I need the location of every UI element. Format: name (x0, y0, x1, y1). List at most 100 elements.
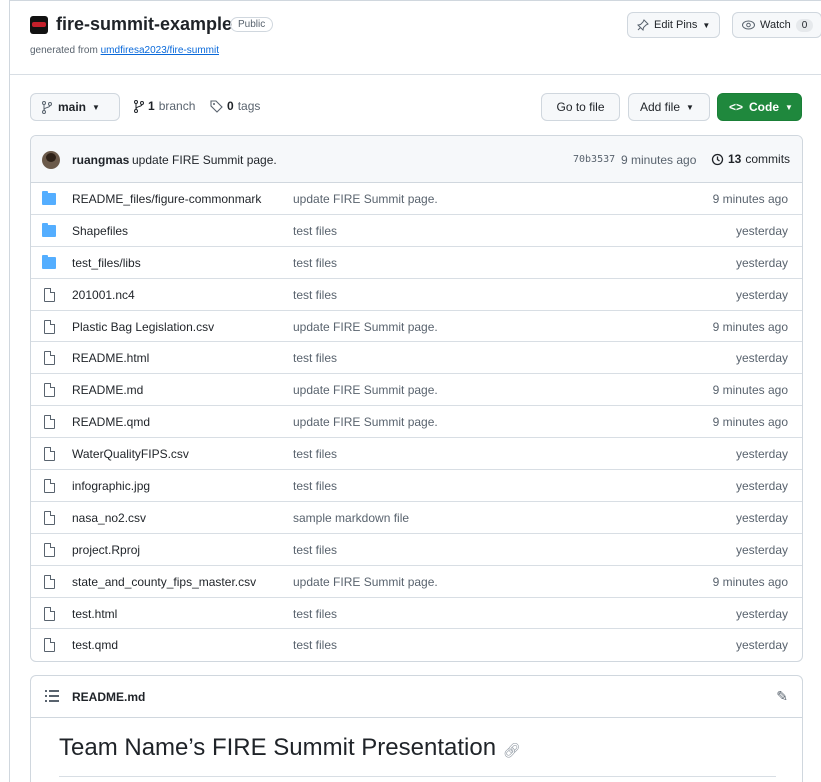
history-icon (711, 153, 724, 166)
add-file-button[interactable]: Add file ▼ (628, 93, 710, 121)
go-to-file-button[interactable]: Go to file (541, 93, 620, 121)
file-date: 9 minutes ago (712, 383, 788, 398)
file-icon (44, 351, 55, 366)
file-row[interactable]: project.Rproj test files yesterday (31, 534, 802, 566)
folder-icon (42, 254, 56, 269)
file-name[interactable]: Shapefiles (72, 224, 128, 238)
file-commit-message[interactable]: update FIRE Summit page. (293, 415, 438, 429)
file-browser: ruangmas update FIRE Summit page. 70b353… (30, 135, 803, 662)
branches-link[interactable]: 1 branch (134, 99, 195, 113)
file-name[interactable]: README.html (72, 351, 149, 365)
commit-message[interactable]: update FIRE Summit page. (132, 153, 277, 167)
link-icon[interactable]: 🔗︎ (503, 742, 521, 758)
file-commit-message[interactable]: update FIRE Summit page. (293, 192, 438, 206)
file-row[interactable]: Shapefiles test files yesterday (31, 215, 802, 247)
branch-selector[interactable]: main ▼ (30, 93, 120, 121)
file-commit-message[interactable]: update FIRE Summit page. (293, 575, 438, 589)
file-icon (44, 319, 55, 334)
commits-link[interactable]: 13 commits (711, 152, 790, 166)
file-commit-message[interactable]: update FIRE Summit page. (293, 383, 438, 397)
list-unordered-icon[interactable] (45, 690, 59, 702)
file-row[interactable]: nasa_no2.csv sample markdown file yesterda… (31, 502, 802, 534)
readme-filename[interactable]: README.md (72, 690, 145, 704)
branch-name: main (58, 100, 87, 114)
file-commit-message[interactable]: test files (293, 447, 337, 461)
file-name[interactable]: README.qmd (72, 415, 150, 429)
file-row[interactable]: README.md update FIRE Summit page. 9 minut… (31, 374, 802, 407)
file-commit-message[interactable]: test files (293, 256, 337, 270)
file-row[interactable]: WaterQualityFIPS.csv test files yesterday (31, 438, 802, 471)
file-commit-message[interactable]: test files (293, 543, 337, 557)
file-row[interactable]: infographic.jpg test files yesterday (31, 470, 802, 502)
template-repo-link[interactable]: umdfiresa2023/fire-summit (101, 45, 219, 56)
file-name[interactable]: test.qmd (72, 638, 118, 652)
repo-avatar (30, 16, 48, 34)
commit-author[interactable]: ruangmas (72, 153, 129, 167)
file-row[interactable]: test.html test files yesterday (31, 598, 802, 630)
file-icon (44, 415, 55, 430)
code-button[interactable]: <> Code ▼ (717, 93, 802, 121)
author-avatar[interactable] (42, 151, 60, 169)
file-commit-message[interactable]: test files (293, 607, 337, 621)
file-icon (44, 638, 55, 653)
folder-icon (42, 222, 56, 237)
watch-count: 0 (795, 18, 814, 32)
file-commit-message[interactable]: sample markdown file (293, 511, 409, 525)
readme-panel: README.md ✎ Team Name’s FIRE Summit Pres… (30, 675, 803, 782)
git-branch-icon (134, 99, 144, 113)
file-row[interactable]: README.html test files yesterday (31, 342, 802, 375)
chevron-down-icon: ▼ (785, 102, 793, 112)
file-row[interactable]: Plastic Bag Legislation.csv update FIRE S… (31, 311, 802, 343)
heading-rule (59, 776, 776, 777)
file-name[interactable]: test_files/libs (72, 256, 141, 270)
edit-pins-button[interactable]: Edit Pins ▼ (627, 12, 721, 38)
commit-word: commits (745, 152, 791, 166)
commit-time: 9 minutes ago (621, 153, 697, 167)
file-date: yesterday (735, 479, 788, 494)
latest-commit-bar: ruangmas update FIRE Summit page. 70b353… (31, 136, 802, 183)
file-commit-message[interactable]: test files (293, 224, 337, 238)
branch-count: 1 (148, 99, 155, 113)
file-date: yesterday (735, 542, 788, 557)
chevron-down-icon: ▼ (92, 102, 100, 112)
file-name[interactable]: README_files/figure-commonmark (72, 192, 261, 206)
file-list: README_files/figure-commonmarkupdate FIR… (31, 183, 802, 661)
file-name[interactable]: 201001.nc4 (72, 288, 135, 302)
file-name[interactable]: nasa_no2.csv (72, 511, 146, 525)
file-row[interactable]: test_files/libs test files yesterday (31, 247, 802, 279)
folder-icon (42, 191, 56, 205)
tag-icon (210, 99, 223, 113)
file-name[interactable]: WaterQualityFIPS.csv (72, 447, 189, 461)
commit-sha[interactable]: 70b3537 (573, 154, 615, 165)
file-icon (44, 542, 55, 557)
file-row[interactable]: README_files/figure-commonmark update FIR… (31, 183, 802, 215)
tags-link[interactable]: 0 tags (210, 99, 260, 113)
file-row[interactable]: README.qmd update FIRE Summit page. 9 minu… (31, 406, 802, 439)
repo-name-link[interactable]: fire-summit-example (56, 14, 232, 35)
file-name[interactable]: project.Rproj (72, 543, 140, 557)
file-commit-message[interactable]: update FIRE Summit page. (293, 320, 438, 334)
file-row[interactable]: test.qmd test files yesterday (31, 629, 802, 661)
file-name[interactable]: Plastic Bag Legislation.csv (72, 320, 214, 334)
file-name[interactable]: state_and_county_fips_master.csv (72, 575, 256, 589)
file-row[interactable]: 201001.nc4 test files yesterday (31, 279, 802, 311)
watch-button[interactable]: Watch 0 (732, 12, 821, 38)
file-icon (44, 479, 55, 494)
header-divider (10, 74, 821, 75)
file-commit-message[interactable]: test files (293, 351, 337, 365)
file-name[interactable]: infographic.jpg (72, 479, 150, 493)
file-commit-message[interactable]: test files (293, 288, 337, 302)
watch-label: Watch (760, 19, 791, 31)
file-commit-message[interactable]: test files (293, 638, 337, 652)
git-branch-icon (42, 100, 52, 114)
chevron-down-icon: ▼ (686, 102, 694, 112)
file-date: 9 minutes ago (712, 192, 788, 206)
file-commit-message[interactable]: test files (293, 479, 337, 493)
file-name[interactable]: README.md (72, 383, 143, 397)
chevron-down-icon: ▼ (702, 20, 711, 30)
pencil-icon[interactable]: ✎ (776, 688, 788, 705)
file-row[interactable]: state_and_county_fips_master.csv update F… (31, 566, 802, 598)
readme-heading: Team Name’s FIRE Summit Presentation 🔗︎ (59, 734, 521, 762)
file-name[interactable]: test.html (72, 607, 117, 621)
file-icon (44, 287, 55, 302)
